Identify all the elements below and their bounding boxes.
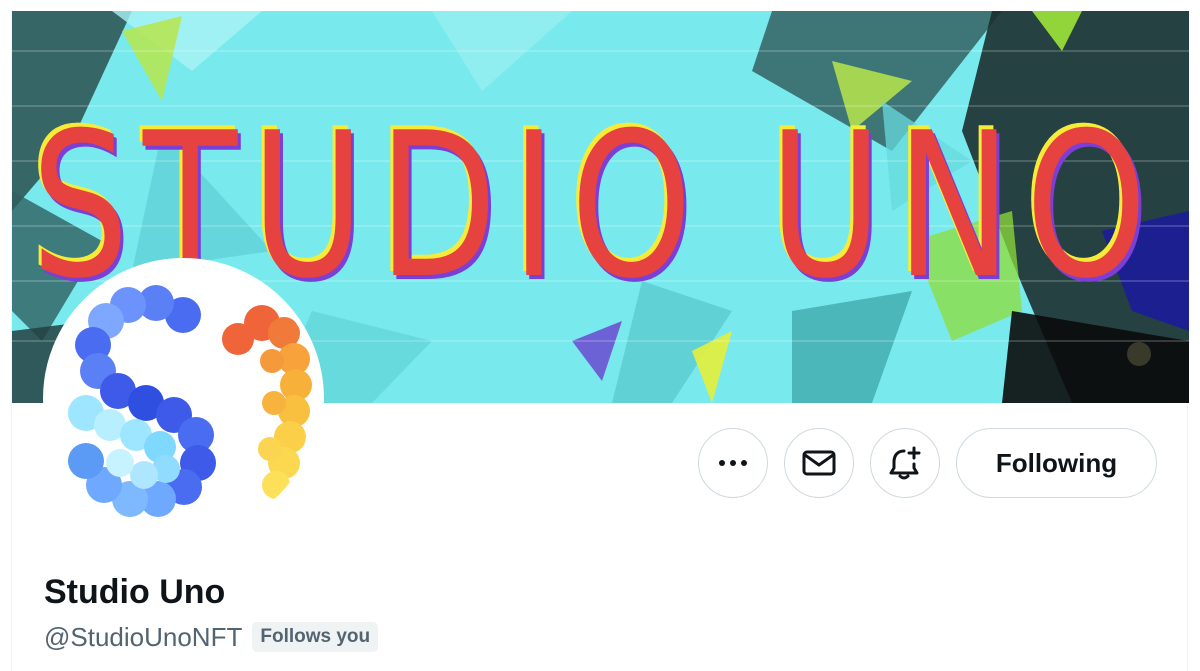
user-handle: @StudioUnoNFT xyxy=(44,621,243,652)
message-button[interactable] xyxy=(784,428,854,498)
handle-row: @StudioUnoNFT Follows you xyxy=(44,619,379,655)
notification-subscribe-button[interactable] xyxy=(870,428,940,498)
avatar-image xyxy=(48,263,319,534)
envelope-icon xyxy=(802,450,836,476)
more-horizontal-icon xyxy=(719,460,747,466)
bell-plus-icon xyxy=(889,446,921,480)
following-button-label: Following xyxy=(995,447,1118,478)
display-name: Studio Uno xyxy=(44,573,226,611)
more-button[interactable] xyxy=(698,428,768,498)
profile-avatar[interactable] xyxy=(43,258,324,539)
follows-you-badge: Follows you xyxy=(252,622,379,652)
profile-header: STUDIO UNO STUDIO UNO STUDIO UNO Followi… xyxy=(11,11,1189,671)
following-button[interactable]: Following xyxy=(956,428,1157,498)
